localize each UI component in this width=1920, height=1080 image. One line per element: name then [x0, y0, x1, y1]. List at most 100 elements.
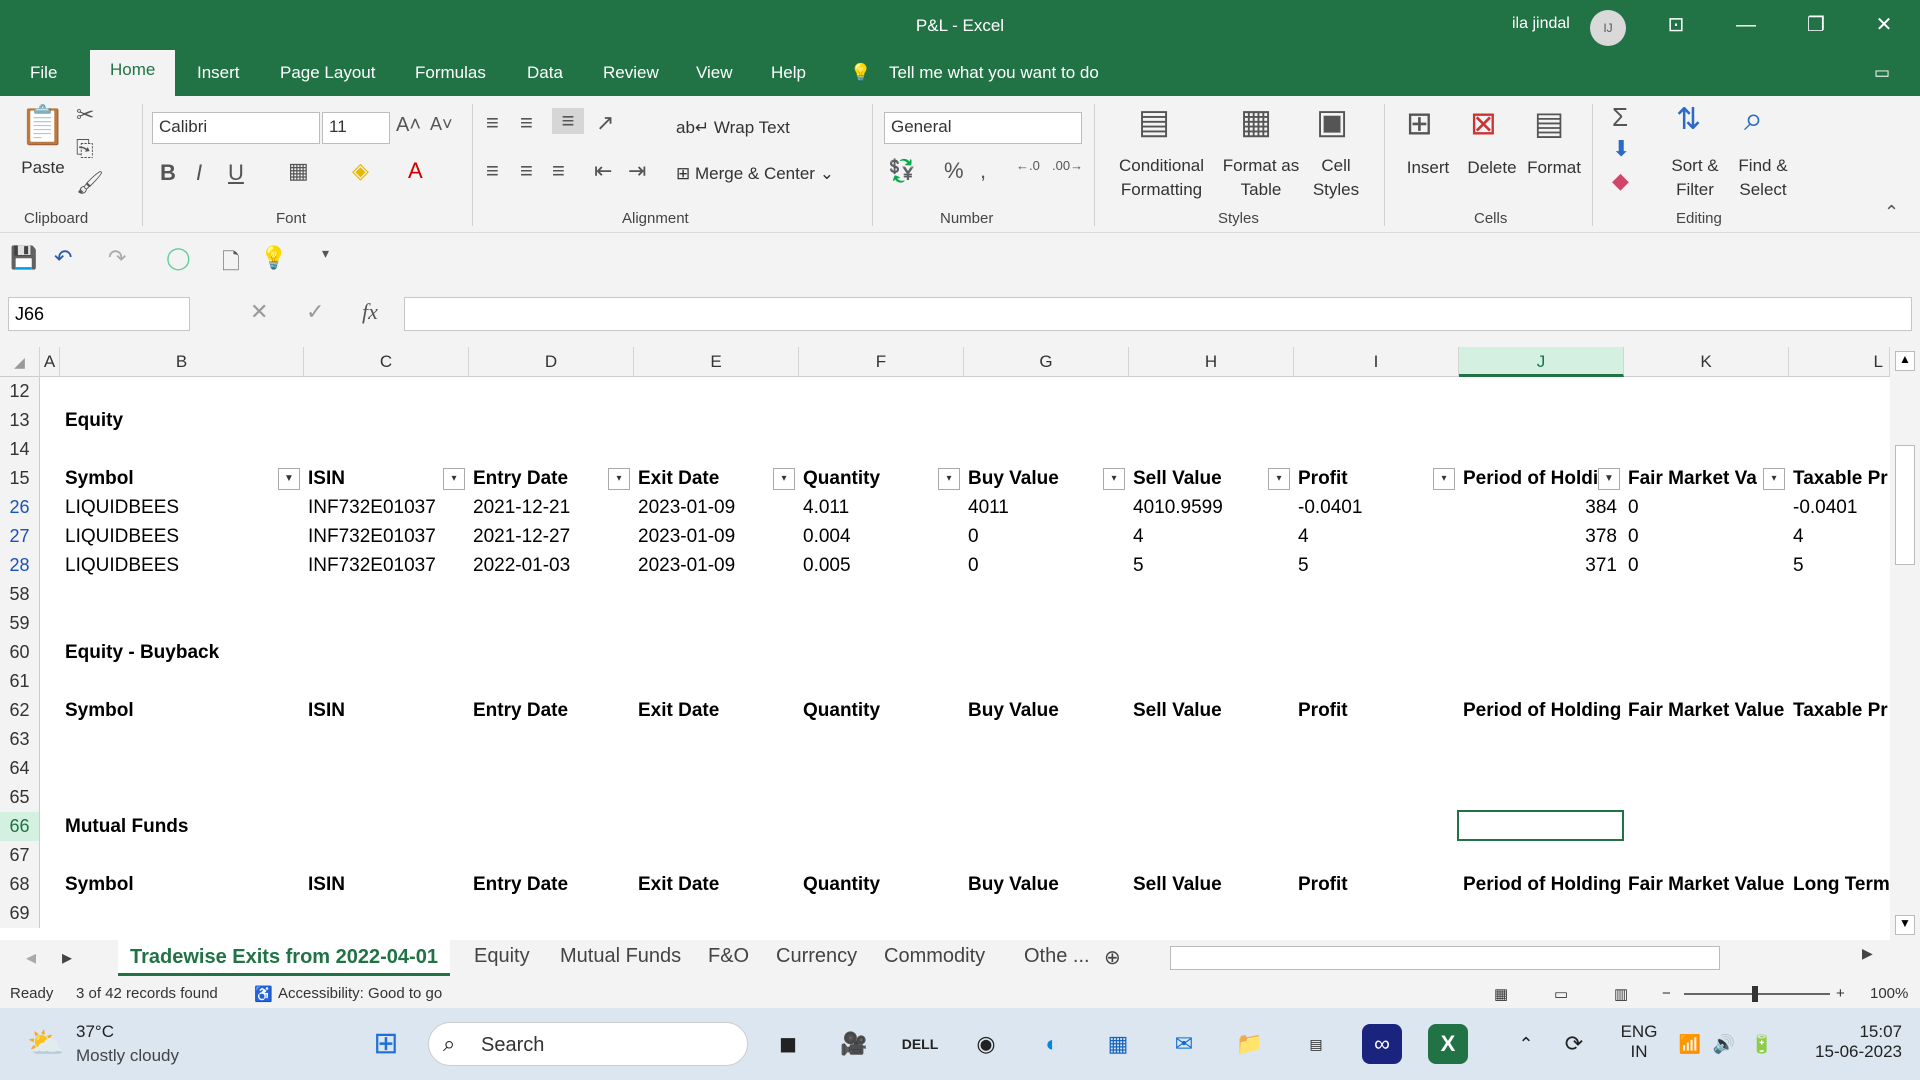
- number-format-select[interactable]: General: [884, 112, 1082, 144]
- col-header-a[interactable]: A: [40, 347, 60, 377]
- weather-temp[interactable]: 37°C: [76, 1022, 114, 1042]
- cell[interactable]: 371: [1459, 551, 1617, 580]
- zoom-level[interactable]: 100%: [1870, 985, 1908, 1002]
- clock[interactable]: 15:07 15-06-2023: [1786, 1022, 1902, 1062]
- battery-icon[interactable]: 🔋: [1742, 1024, 1782, 1064]
- delete-cells-icon[interactable]: ⊠: [1470, 104, 1497, 142]
- volume-icon[interactable]: 🔊: [1704, 1024, 1744, 1064]
- row-number[interactable]: 66: [0, 812, 40, 841]
- cell[interactable]: 5: [1793, 551, 1804, 580]
- clear-icon[interactable]: ◆: [1612, 168, 1629, 194]
- store-icon[interactable]: ▦: [1098, 1024, 1138, 1064]
- delete-cells-button[interactable]: Delete: [1460, 156, 1524, 180]
- teams-icon[interactable]: 🎥: [834, 1024, 874, 1064]
- cell[interactable]: 0: [968, 551, 979, 580]
- cell[interactable]: 384: [1459, 493, 1617, 522]
- windows-start-icon[interactable]: ⊞: [366, 1024, 406, 1064]
- save-icon[interactable]: 💾: [10, 245, 37, 271]
- cell[interactable]: 378: [1459, 522, 1617, 551]
- format-as-table-button[interactable]: Format as Table: [1216, 154, 1306, 202]
- normal-view-icon[interactable]: ▦: [1494, 985, 1508, 1003]
- edge-icon[interactable]: ◐: [1032, 1024, 1072, 1064]
- scroll-thumb[interactable]: [1895, 445, 1915, 565]
- tab-home[interactable]: Home: [90, 50, 176, 96]
- undo-icon[interactable]: ↶: [54, 245, 72, 271]
- next-sheet-icon[interactable]: ▸: [62, 945, 72, 970]
- cell[interactable]: 0.005: [803, 551, 851, 580]
- align-right-icon[interactable]: ≡: [552, 158, 565, 184]
- vertical-scrollbar[interactable]: ▲ ▼: [1890, 347, 1920, 940]
- align-bottom-icon[interactable]: ≡: [552, 108, 584, 134]
- paste-button[interactable]: Paste: [18, 156, 68, 180]
- sort-filter-button[interactable]: Sort & Filter: [1662, 154, 1728, 202]
- avatar[interactable]: IJ: [1590, 10, 1626, 46]
- webex-icon[interactable]: ∞: [1362, 1024, 1402, 1064]
- copy-icon[interactable]: ⎘: [76, 136, 94, 162]
- redo-icon[interactable]: ↷: [108, 245, 126, 271]
- zoom-out-icon[interactable]: −: [1662, 985, 1671, 1002]
- formula-input[interactable]: [404, 297, 1912, 331]
- bold-icon[interactable]: B: [160, 160, 176, 186]
- align-middle-icon[interactable]: ≡: [520, 110, 533, 136]
- row-number[interactable]: 69: [0, 899, 40, 928]
- col-header-h[interactable]: H: [1129, 347, 1294, 377]
- cell[interactable]: 0: [1628, 493, 1639, 522]
- row-number[interactable]: 68: [0, 870, 40, 899]
- file-explorer-icon[interactable]: 📁: [1230, 1024, 1270, 1064]
- cell[interactable]: LIQUIDBEES: [65, 522, 179, 551]
- sheet-tab-equity[interactable]: Equity: [474, 945, 530, 968]
- cut-icon[interactable]: ✂: [76, 102, 94, 128]
- cell[interactable]: -0.0401: [1793, 493, 1857, 522]
- weather-icon[interactable]: ⛅: [26, 1024, 66, 1064]
- horizontal-scrollbar[interactable]: [1170, 946, 1720, 970]
- excel-taskbar-icon[interactable]: X: [1428, 1024, 1468, 1064]
- insert-cells-button[interactable]: Insert: [1396, 156, 1460, 180]
- cell[interactable]: 4: [1298, 522, 1309, 551]
- active-cell-j66[interactable]: [1457, 810, 1624, 841]
- tab-insert[interactable]: Insert: [197, 63, 240, 83]
- row-number[interactable]: 67: [0, 841, 40, 870]
- cell[interactable]: 2022-01-03: [473, 551, 570, 580]
- filter-dropdown-icon[interactable]: ▾: [443, 468, 465, 490]
- zoom-thumb[interactable]: [1752, 986, 1758, 1002]
- align-top-icon[interactable]: ≡: [486, 110, 499, 136]
- conditional-formatting-icon[interactable]: ▤: [1138, 102, 1170, 142]
- cell[interactable]: 4: [1793, 522, 1804, 551]
- sync-icon[interactable]: ⟳: [1554, 1024, 1594, 1064]
- page-layout-icon[interactable]: ▭: [1554, 985, 1568, 1003]
- tell-me-search[interactable]: Tell me what you want to do: [889, 63, 1099, 83]
- cancel-icon[interactable]: ✕: [250, 299, 268, 325]
- restore-button[interactable]: ❐: [1794, 10, 1838, 40]
- accessibility-status[interactable]: Accessibility: Good to go: [278, 985, 442, 1002]
- cell[interactable]: LIQUIDBEES: [65, 551, 179, 580]
- collapse-ribbon-icon[interactable]: ⌃: [1884, 202, 1899, 223]
- sheet-tab-fo[interactable]: F&O: [708, 945, 749, 968]
- cell[interactable]: 2021-12-21: [473, 493, 570, 522]
- col-header-e[interactable]: E: [634, 347, 799, 377]
- col-header-c[interactable]: C: [304, 347, 469, 377]
- autosum-icon[interactable]: Σ: [1612, 102, 1628, 133]
- filter-active-icon[interactable]: ▼: [278, 468, 300, 490]
- cell[interactable]: 5: [1133, 551, 1144, 580]
- page-break-icon[interactable]: ▥: [1614, 985, 1628, 1003]
- ribbon-display-icon[interactable]: ⊡: [1654, 10, 1698, 40]
- cell[interactable]: 4.011: [803, 493, 849, 522]
- cell[interactable]: 0: [968, 522, 979, 551]
- format-as-table-icon[interactable]: ▦: [1240, 102, 1272, 142]
- row-number[interactable]: 14: [0, 435, 40, 464]
- insert-cells-icon[interactable]: ⊞: [1406, 104, 1433, 142]
- row-number[interactable]: 59: [0, 609, 40, 638]
- filter-active-icon[interactable]: ▼: [1598, 468, 1620, 490]
- taskbar-search[interactable]: ⌕ Search: [428, 1022, 748, 1066]
- sheet-tab-commodity[interactable]: Commodity: [884, 945, 985, 968]
- customize-qat-icon[interactable]: ▾: [322, 245, 329, 262]
- italic-icon[interactable]: I: [196, 160, 202, 186]
- worksheet-grid[interactable]: ◢ A B C D E F G H I J K L 12 13 Equity 1…: [0, 347, 1920, 940]
- row-number[interactable]: 63: [0, 725, 40, 754]
- prev-sheet-icon[interactable]: ◂: [26, 945, 36, 970]
- col-header-i[interactable]: I: [1294, 347, 1459, 377]
- conditional-formatting-button[interactable]: Conditional Formatting: [1104, 154, 1219, 202]
- new-document-icon[interactable]: 🗋: [222, 245, 240, 283]
- filter-dropdown-icon[interactable]: ▾: [608, 468, 630, 490]
- zoom-in-icon[interactable]: +: [1836, 985, 1845, 1002]
